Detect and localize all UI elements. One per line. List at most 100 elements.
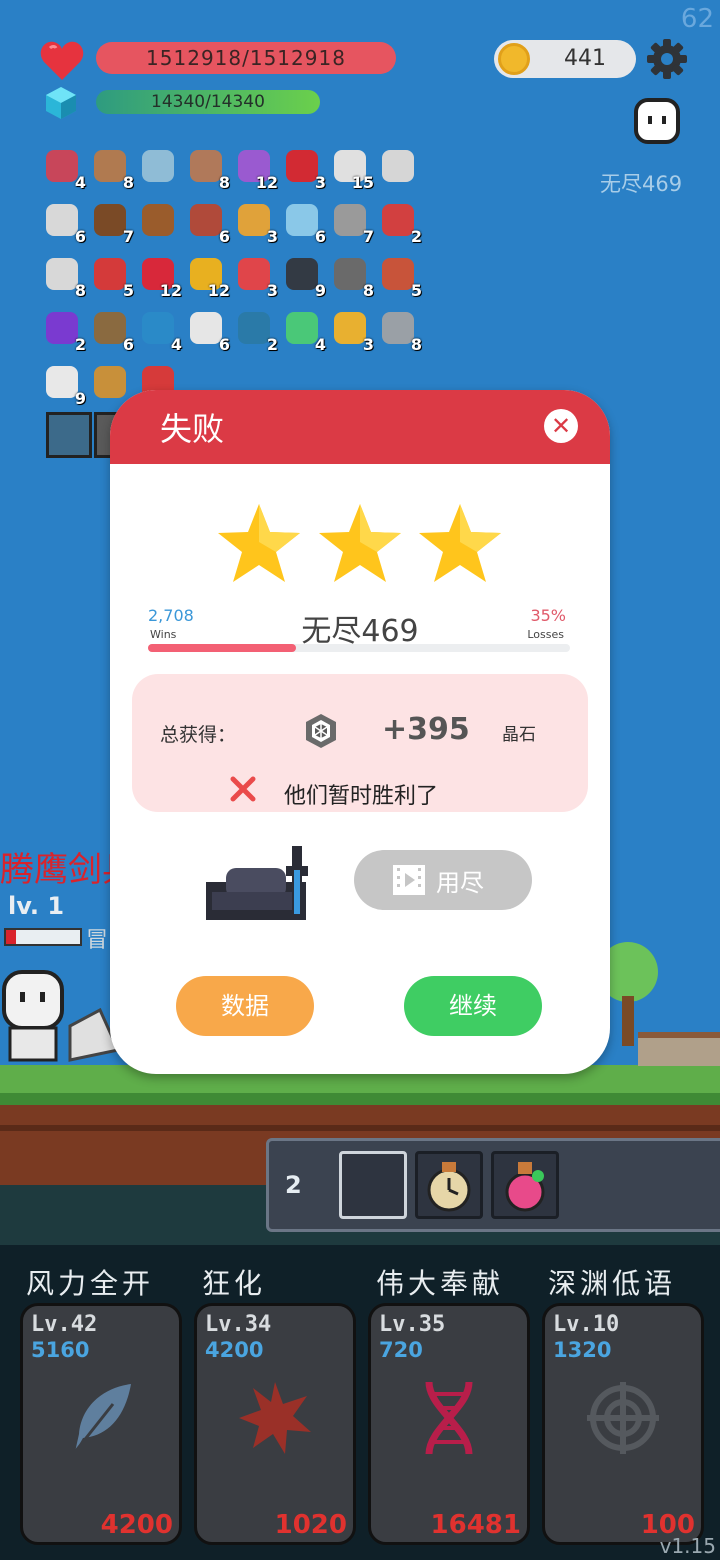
inventory-slot[interactable]: 12 <box>186 254 230 300</box>
inventory-slot[interactable]: 6 <box>42 200 86 246</box>
red-shield-icon <box>94 258 126 290</box>
item-count: 8 <box>74 281 86 300</box>
battle-axe-icon <box>382 312 414 344</box>
win-loss-progress <box>148 644 570 652</box>
data-button[interactable]: 数据 <box>176 976 314 1036</box>
item-count: 6 <box>218 227 230 246</box>
version-label: v1.15 <box>659 1534 716 1558</box>
inventory-slot[interactable]: 4 <box>138 308 182 354</box>
inventory-slot[interactable]: 4 <box>42 146 86 192</box>
skill-card-abyss[interactable]: Lv.10 1320 100 <box>542 1303 704 1545</box>
item-count: 4 <box>314 335 326 354</box>
item-count: 5 <box>410 281 422 300</box>
clock-potion-icon <box>427 1162 471 1212</box>
mana-bar: 14340/14340 <box>96 90 320 114</box>
inventory-slot[interactable]: 3 <box>234 254 278 300</box>
skill-cost: 1020 <box>274 1510 347 1540</box>
quick-slot-empty[interactable] <box>339 1151 407 1219</box>
settings-gear-icon[interactable] <box>646 38 688 80</box>
inventory-slot[interactable]: 3 <box>282 146 326 192</box>
fps-counter: 62 <box>680 4 714 34</box>
skill-card-sacrifice[interactable]: Lv.35 720 16481 <box>368 1303 530 1545</box>
inventory-slot[interactable]: 8 <box>330 254 374 300</box>
coin-amount: 441 <box>564 46 606 71</box>
skill-cost: 4200 <box>100 1510 173 1540</box>
watermelon-icon <box>238 258 270 290</box>
quick-slot-potion-2[interactable] <box>491 1151 559 1219</box>
inventory-slot[interactable] <box>378 146 418 186</box>
reward-panel: 总获得： +395 晶石 他们暂时胜利了 <box>132 674 588 812</box>
skill-cost: 16481 <box>430 1510 521 1540</box>
star-icon <box>419 504 501 582</box>
skill-card-wind[interactable]: Lv.42 5160 4200 <box>20 1303 182 1545</box>
coconut-icon <box>94 204 126 236</box>
feather-icon <box>73 1384 131 1453</box>
quick-item-bar: 2 <box>266 1138 720 1232</box>
star-icon <box>218 504 300 582</box>
video-icon <box>393 865 425 895</box>
speech-bubble-icon <box>238 312 270 344</box>
inventory-slot[interactable] <box>138 146 178 186</box>
item-count: 12 <box>159 281 182 300</box>
inventory-slot[interactable]: 6 <box>186 200 230 246</box>
crystal-icon <box>306 714 336 748</box>
inventory-slot[interactable]: 6 <box>90 308 134 354</box>
skill-value: 720 <box>379 1338 423 1362</box>
inventory-slot[interactable]: 8 <box>90 146 134 192</box>
inventory-slot[interactable]: 7 <box>330 200 374 246</box>
inventory-slot[interactable]: 9 <box>42 362 86 408</box>
inventory-slot[interactable]: 8 <box>186 146 230 192</box>
inventory-slot[interactable]: 6 <box>282 200 326 246</box>
skill-value: 4200 <box>205 1338 264 1362</box>
inventory-slot[interactable]: 3 <box>234 200 278 246</box>
item-count: 8 <box>218 173 230 192</box>
inventory-slot[interactable]: 2 <box>378 200 422 246</box>
health-bar: 1512918/1512918 <box>96 42 396 74</box>
dialog-title: 失败 <box>160 410 225 448</box>
skill-level: Lv.10 <box>553 1312 620 1337</box>
inventory-slot[interactable]: 5 <box>378 254 422 300</box>
close-button[interactable]: ✕ <box>544 409 578 443</box>
skill-level: Lv.42 <box>31 1312 98 1337</box>
watch-video-button[interactable]: 用尽 <box>354 850 532 910</box>
cross-icon <box>230 776 256 802</box>
inventory-slot[interactable]: 3 <box>330 308 374 354</box>
equipped-slot[interactable] <box>46 412 92 458</box>
inventory-slot[interactable]: 5 <box>90 254 134 300</box>
magnifier-icon <box>142 150 174 182</box>
inventory-slot[interactable]: 4 <box>282 308 326 354</box>
inventory-slot[interactable] <box>138 200 178 240</box>
inventory-slot[interactable]: 2 <box>42 308 86 354</box>
item-count: 8 <box>410 335 422 354</box>
green-spirit-icon <box>286 312 318 344</box>
hook-icon <box>382 204 414 236</box>
coin-counter: 441 <box>494 40 636 78</box>
item-count: 6 <box>74 227 86 246</box>
health-text: 1512918/1512918 <box>146 46 346 70</box>
inventory-slot[interactable]: 7 <box>90 200 134 246</box>
inventory-slot[interactable]: 15 <box>330 146 374 192</box>
fallen-hero-sprite <box>206 846 308 920</box>
continue-button[interactable]: 继续 <box>404 976 542 1036</box>
coin-icon <box>498 43 530 75</box>
crosshair-icon <box>587 1382 659 1454</box>
item-count: 7 <box>362 227 374 246</box>
quick-slot-potion-1[interactable] <box>415 1151 483 1219</box>
item-count: 3 <box>362 335 374 354</box>
inventory-slot[interactable]: 6 <box>186 308 230 354</box>
ghost-mode-icon[interactable] <box>632 96 682 146</box>
item-count: 6 <box>122 335 134 354</box>
inventory-slot[interactable]: 12 <box>138 254 182 300</box>
inventory-slot[interactable]: 8 <box>42 254 86 300</box>
background-trees <box>598 942 720 1066</box>
inventory-slot[interactable]: 9 <box>282 254 326 300</box>
inventory-slot[interactable]: 12 <box>234 146 278 192</box>
meteor-icon <box>334 258 366 290</box>
endless-stage-label: 无尽469 <box>600 172 683 196</box>
skill-card-berserk[interactable]: Lv.34 4200 1020 <box>194 1303 356 1545</box>
enemy-level: lv. 1 <box>8 892 65 920</box>
inventory-slot[interactable]: 2 <box>234 308 278 354</box>
inventory-slot[interactable]: 8 <box>378 308 422 354</box>
enemy-health-bar <box>4 928 82 946</box>
gear-flower-icon <box>382 150 414 182</box>
